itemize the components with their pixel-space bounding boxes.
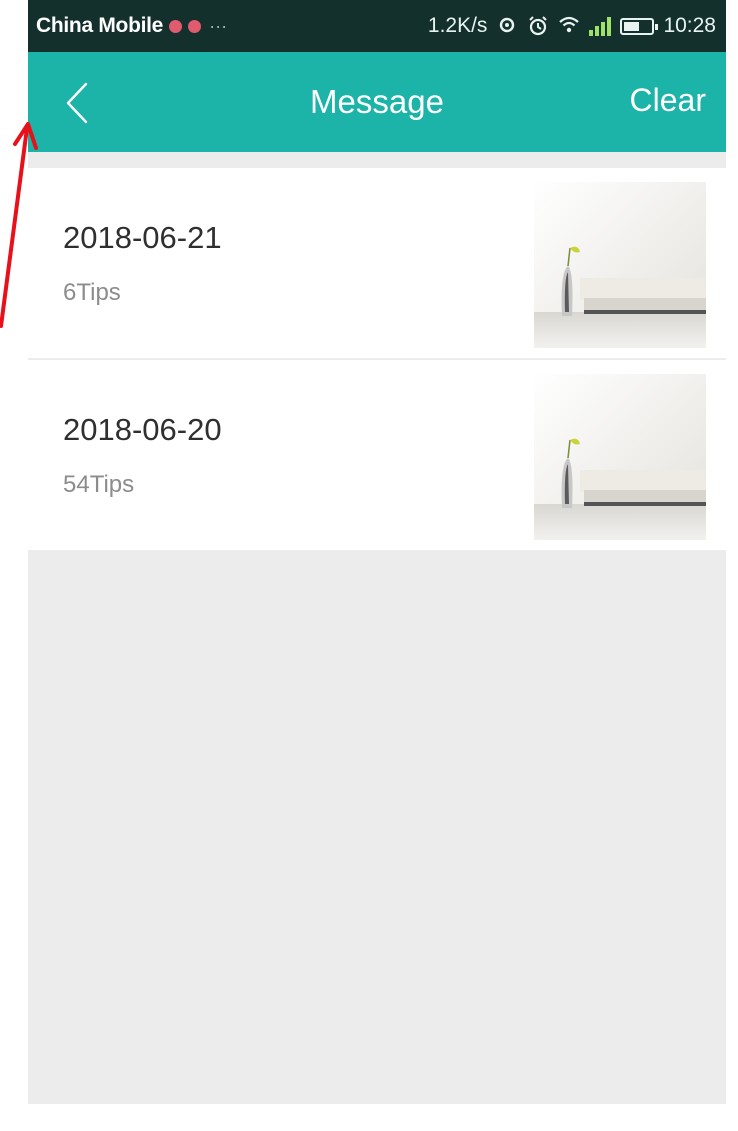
page-title: Message: [310, 83, 444, 120]
notification-badge-icon: [169, 19, 183, 33]
message-list: 2018-06-21 6Tips 2018-06-20 54Tips: [28, 168, 726, 550]
message-tips-count: 6Tips: [63, 279, 121, 306]
list-item[interactable]: 2018-06-21 6Tips: [28, 168, 726, 360]
carrier-name: China Mobile: [36, 14, 164, 37]
alarm-icon: [527, 15, 549, 37]
message-tips-count: 54Tips: [63, 471, 135, 498]
living-room-image: [534, 374, 706, 540]
title-bar: Message Clear: [28, 52, 726, 152]
wifi-icon: [558, 15, 580, 37]
list-item[interactable]: 2018-06-20 54Tips: [28, 360, 726, 550]
notification-badge-icon: [188, 19, 202, 33]
phone-screen: China Mobile ··· 1.2K/s 10:28 Message Cl…: [28, 0, 726, 1104]
living-room-image: [534, 182, 706, 348]
clock-time: 10:28: [663, 14, 716, 37]
battery-icon: [620, 17, 659, 35]
message-date: 2018-06-21: [63, 220, 222, 255]
message-date: 2018-06-20: [63, 412, 222, 447]
status-indicators: 1.2K/s 10:28: [428, 14, 716, 38]
chevron-left-icon: [66, 82, 88, 124]
sync-icon: [496, 15, 518, 37]
clear-button[interactable]: Clear: [630, 82, 706, 119]
network-speed: 1.2K/s: [427, 14, 488, 37]
signal-icon: [589, 16, 612, 36]
status-bar: China Mobile ··· 1.2K/s 10:28: [28, 0, 726, 52]
back-button[interactable]: [60, 80, 94, 126]
more-notifications-indicator: ···: [209, 15, 228, 36]
red-arrow-annotation: [0, 122, 38, 328]
